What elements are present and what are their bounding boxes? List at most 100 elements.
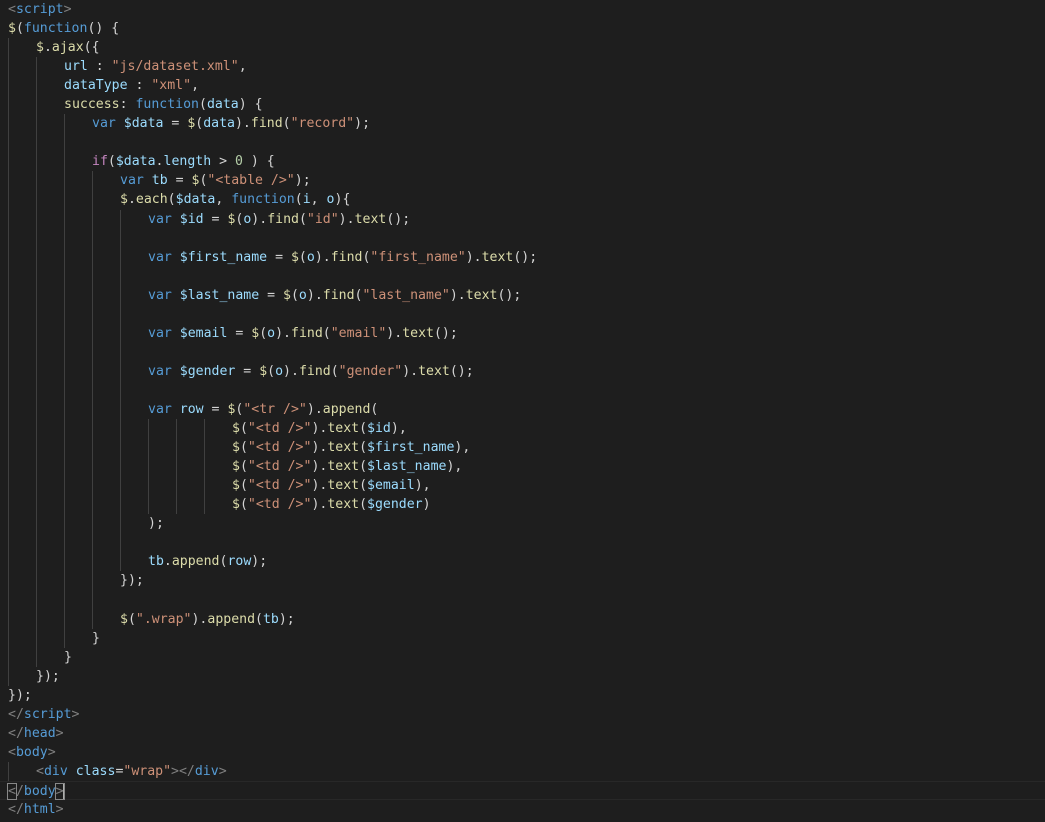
indent-guide xyxy=(64,361,65,381)
code-token: / xyxy=(15,783,24,799)
code-line[interactable]: } xyxy=(0,647,1045,667)
code-token: $ xyxy=(232,478,240,494)
indent-guide xyxy=(92,266,93,286)
indent-guide xyxy=(36,76,37,96)
indent-guide xyxy=(8,609,9,629)
code-token: < xyxy=(8,744,16,760)
indent-guide xyxy=(36,133,37,153)
code-line[interactable]: var $gender = $(o).find("gender").text()… xyxy=(0,361,1045,381)
indent-guide xyxy=(8,380,9,400)
indent-guide xyxy=(92,380,93,400)
code-token: "email" xyxy=(330,325,387,341)
code-line[interactable]: $("<td />").text($last_name), xyxy=(0,457,1045,477)
code-token: ( xyxy=(239,440,248,456)
code-token: ( xyxy=(127,611,136,627)
code-token: "xml" xyxy=(151,78,192,94)
code-token: ). xyxy=(191,611,208,627)
code-line[interactable]: var tb = $("<table />"); xyxy=(0,171,1045,191)
code-token: $ xyxy=(259,363,268,379)
code-line[interactable]: <script> xyxy=(0,0,1045,19)
code-token: ( xyxy=(359,478,368,494)
code-token: tb xyxy=(262,611,279,627)
code-line[interactable]: </head> xyxy=(0,724,1045,743)
code-token: = xyxy=(203,401,228,417)
code-token: find xyxy=(330,249,363,265)
code-line[interactable] xyxy=(0,533,1045,553)
code-line[interactable]: var $id = $(o).find("id").text(); xyxy=(0,209,1045,229)
code-line[interactable]: var $data = $(data).find("record"); xyxy=(0,114,1045,134)
code-token: = xyxy=(267,249,291,265)
code-token: ({ xyxy=(83,40,100,56)
indent-guide xyxy=(120,419,121,439)
code-line-content: var $gender = $(o).find("gender").text()… xyxy=(148,364,474,379)
code-line[interactable]: } xyxy=(0,628,1045,648)
code-token: $email xyxy=(179,325,228,341)
code-line[interactable]: var $first_name = $(o).find("first_name"… xyxy=(0,247,1045,267)
code-token: div xyxy=(43,763,68,779)
code-line[interactable]: }); xyxy=(0,666,1045,686)
code-token: , xyxy=(215,192,232,208)
indent-guide xyxy=(148,457,149,477)
code-token: ( xyxy=(298,249,307,265)
code-token: ). xyxy=(306,401,323,417)
code-line[interactable]: </script> xyxy=(0,705,1045,724)
code-line-content: var tb = $("<table />"); xyxy=(120,173,311,188)
code-line[interactable] xyxy=(0,304,1045,324)
indent-guide xyxy=(120,438,121,458)
indent-guide xyxy=(64,342,65,362)
indent-guide xyxy=(92,228,93,248)
code-line[interactable]: }); xyxy=(0,571,1045,591)
code-token: ( xyxy=(290,287,299,303)
code-line[interactable] xyxy=(0,590,1045,610)
code-line[interactable]: <div class="wrap"></div> xyxy=(0,761,1045,781)
code-line[interactable]: tb.append(row); xyxy=(0,552,1045,572)
indent-guide xyxy=(92,209,93,229)
code-token: ( xyxy=(359,459,368,475)
code-token: ( xyxy=(259,325,268,341)
indent-guide xyxy=(8,361,9,381)
code-line[interactable]: </html> xyxy=(0,800,1045,819)
code-line[interactable] xyxy=(0,228,1045,248)
indent-guide xyxy=(120,228,121,248)
code-line[interactable]: if($data.length > 0 ) { xyxy=(0,152,1045,172)
code-token: text xyxy=(481,249,514,265)
code-token: o xyxy=(326,192,335,208)
code-line[interactable]: }); xyxy=(0,686,1045,705)
code-line[interactable]: $(".wrap").append(tb); xyxy=(0,609,1045,629)
code-token: "record" xyxy=(290,116,355,132)
code-line[interactable] xyxy=(0,133,1045,153)
code-line[interactable]: <body> xyxy=(0,743,1045,762)
indent-guide xyxy=(8,304,9,324)
code-line[interactable]: dataType : "xml", xyxy=(0,76,1045,96)
code-line[interactable]: $.ajax({ xyxy=(0,38,1045,58)
indent-guide xyxy=(92,457,93,477)
code-line[interactable] xyxy=(0,380,1045,400)
code-line[interactable]: $(function() { xyxy=(0,19,1045,38)
code-line[interactable]: $.each($data, function(i, o){ xyxy=(0,190,1045,210)
code-line[interactable]: var $last_name = $(o).find("last_name").… xyxy=(0,285,1045,305)
code-line[interactable] xyxy=(0,266,1045,286)
code-token: find xyxy=(322,287,355,303)
code-line[interactable]: $("<td />").text($first_name), xyxy=(0,438,1045,458)
code-line[interactable]: </body> xyxy=(0,780,1045,800)
code-line[interactable]: url : "js/dataset.xml", xyxy=(0,57,1045,77)
indent-guide xyxy=(36,495,37,515)
code-token: $last_name xyxy=(367,459,447,475)
code-editor[interactable]: <script> $(function() {$.ajax({url : "js/… xyxy=(0,0,1045,822)
indent-guide xyxy=(8,590,9,610)
code-token: $ xyxy=(251,325,260,341)
code-line[interactable]: success: function(data) { xyxy=(0,95,1045,115)
code-token: ( xyxy=(167,192,176,208)
code-line[interactable]: $("<td />").text($id), xyxy=(0,419,1045,439)
code-line[interactable]: var row = $("<tr />").append( xyxy=(0,399,1045,420)
indent-guide xyxy=(176,476,177,496)
indent-guide xyxy=(204,495,205,515)
code-line[interactable]: ); xyxy=(0,514,1045,534)
code-line[interactable]: $("<td />").text($email), xyxy=(0,476,1045,496)
code-line[interactable]: var $email = $(o).find("email").text(); xyxy=(0,323,1045,343)
code-token: (); xyxy=(513,249,538,265)
code-line[interactable]: $("<td />").text($gender) xyxy=(0,495,1045,515)
code-token: "first_name" xyxy=(370,249,466,265)
code-line[interactable] xyxy=(0,342,1045,362)
